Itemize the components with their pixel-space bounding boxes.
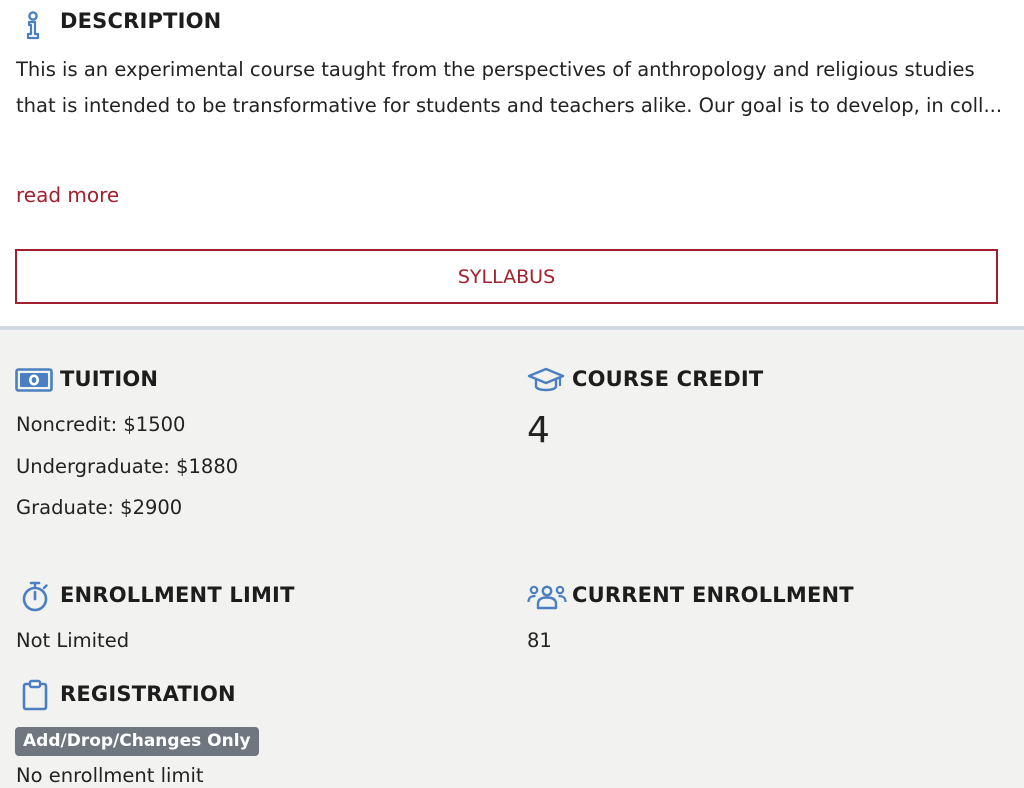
enrollment-limit-heading: ENROLLMENT LIMIT (60, 583, 295, 607)
syllabus-button[interactable]: SYLLABUS (15, 249, 998, 304)
course-details-panel (0, 326, 1024, 788)
money-icon (15, 368, 53, 392)
read-more-link[interactable]: read more (16, 183, 119, 207)
current-enrollment-heading: CURRENT ENROLLMENT (572, 583, 854, 607)
registration-status-badge: Add/Drop/Changes Only (15, 727, 259, 756)
info-icon (24, 10, 42, 40)
description-heading: DESCRIPTION (60, 9, 222, 33)
registration-note: No enrollment limit (16, 764, 204, 787)
registration-heading: REGISTRATION (60, 682, 236, 706)
course-credit-value: 4 (527, 410, 550, 451)
tuition-undergraduate: Undergraduate: $1880 (16, 455, 239, 478)
description-section: DESCRIPTION This is an experimental cour… (0, 0, 1024, 326)
course-credit-heading: COURSE CREDIT (572, 367, 764, 391)
clipboard-icon (22, 679, 48, 711)
tuition-heading: TUITION (60, 367, 159, 391)
graduation-cap-icon (527, 367, 565, 393)
tuition-graduate: Graduate: $2900 (16, 496, 183, 519)
users-icon (527, 584, 567, 610)
current-enrollment-value: 81 (527, 629, 552, 652)
tuition-noncredit: Noncredit: $1500 (16, 413, 186, 436)
stopwatch-icon (21, 581, 49, 612)
description-text: This is an experimental course taught fr… (16, 58, 1003, 117)
enrollment-limit-value: Not Limited (16, 629, 130, 652)
